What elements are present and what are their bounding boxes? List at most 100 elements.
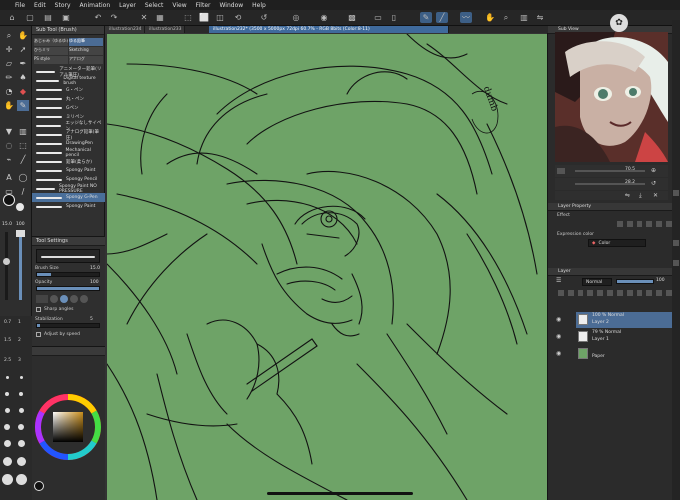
color-wheel[interactable]	[34, 393, 102, 461]
size-dot[interactable]	[19, 408, 24, 413]
main-color-chip[interactable]	[34, 481, 44, 491]
zoom-in-icon[interactable]: ⊕	[651, 167, 656, 174]
delete-icon[interactable]: ✕	[653, 192, 658, 199]
clear-icon[interactable]: ✕	[138, 12, 150, 23]
opacity-slider-track[interactable]	[19, 232, 22, 300]
stroke-icon[interactable]: 〰	[460, 12, 472, 23]
layer-row[interactable]: ◉ Paper	[556, 346, 672, 362]
brush-item[interactable]: 鉛筆(柔らか)	[32, 157, 105, 166]
redo-icon[interactable]: ↷	[108, 12, 120, 23]
canvas-rotate-icon[interactable]: ⟲	[232, 12, 244, 23]
drawing-canvas[interactable]: dumb	[107, 34, 547, 500]
sub-tool-group[interactable]: あじゃみ（ゆるゆる）	[34, 38, 68, 46]
panel-toggle-icon[interactable]	[673, 260, 679, 266]
opacity-slider[interactable]	[36, 286, 100, 291]
ruler-tool-icon[interactable]: ∕	[17, 186, 29, 197]
brush-item[interactable]: Mechanical pencil	[32, 148, 105, 158]
opacity-slider-knob[interactable]	[16, 230, 25, 237]
size-item[interactable]: 0.7	[4, 320, 11, 325]
layer-tool-button[interactable]	[567, 290, 574, 296]
pencil-tool-icon[interactable]: ✏	[3, 72, 15, 83]
expression-color-dropdown[interactable]: ◆ Color	[588, 239, 646, 247]
eyedropper-tool-icon[interactable]: ⌁	[3, 154, 15, 165]
layer-tool-button[interactable]	[636, 290, 643, 296]
menu-edit[interactable]: Edit	[34, 2, 46, 9]
size-dot[interactable]	[18, 440, 25, 447]
menu-file[interactable]: File	[15, 2, 25, 9]
size-dot[interactable]	[5, 408, 10, 413]
shape-button[interactable]	[60, 295, 68, 303]
blend-mode-dropdown[interactable]: Normal	[582, 278, 612, 286]
panel-icon[interactable]: ▥	[518, 12, 530, 23]
size-dot[interactable]	[16, 474, 27, 485]
size-dot[interactable]	[5, 392, 9, 396]
sub-tool-group[interactable]: アナログ	[69, 56, 103, 64]
layer-opacity-slider[interactable]	[616, 279, 654, 284]
layer-row[interactable]: ◉ 79 % Normal Layer 1	[556, 329, 672, 345]
shape-button[interactable]	[36, 295, 48, 303]
home-indicator[interactable]	[267, 492, 413, 495]
layer-tool-button[interactable]	[626, 290, 633, 296]
figure-tool-icon[interactable]: ╱	[17, 154, 29, 165]
shape-button[interactable]	[80, 295, 88, 303]
visibility-eye-icon[interactable]: ◉	[556, 350, 561, 357]
layer-row-selected[interactable]: ◉ 100 % Normal Layer 2	[556, 312, 672, 328]
move-tool-icon[interactable]: ✛	[3, 44, 15, 55]
zoom-icon[interactable]: ⌕	[500, 12, 512, 23]
effect-button[interactable]	[636, 221, 643, 227]
effect-button[interactable]	[656, 221, 663, 227]
size-item[interactable]: 3	[18, 358, 21, 363]
eraser-tool-icon[interactable]: ▱	[3, 58, 15, 69]
reference-icon[interactable]: ▭	[372, 12, 384, 23]
effect-button[interactable]	[626, 221, 633, 227]
brush-item[interactable]: Spongy Paint	[32, 166, 105, 175]
import-icon[interactable]: ⤓	[639, 192, 642, 200]
sub-tool-group[interactable]: ひらミリ	[34, 47, 68, 55]
active-brush-tool-icon[interactable]: ✎	[17, 100, 29, 111]
menu-view[interactable]: View	[172, 2, 186, 9]
navigator-icon[interactable]	[557, 168, 565, 174]
balloon-tool-icon[interactable]: ◯	[17, 172, 29, 183]
menu-window[interactable]: Window	[219, 2, 243, 9]
stabilization-slider[interactable]	[36, 323, 100, 328]
sub-tool-group[interactable]: ゆる鉛筆	[69, 38, 103, 46]
hand-tool-icon[interactable]: ✋	[17, 30, 29, 41]
tab-illustration233[interactable]: illustration233	[145, 26, 185, 33]
menu-filter[interactable]: Filter	[196, 2, 211, 9]
airbrush-tool-icon[interactable]: ◔	[3, 86, 15, 97]
snap-icon[interactable]: ◎	[290, 12, 302, 23]
layer-tool-button[interactable]	[577, 290, 584, 296]
layer-tool-button[interactable]	[616, 290, 623, 296]
size-dot[interactable]	[4, 424, 10, 430]
menu-help[interactable]: Help	[252, 2, 266, 9]
brush-item[interactable]: Spongy Paint	[32, 202, 105, 211]
transform-icon[interactable]: ⬚	[182, 12, 194, 23]
rotate-reset-icon[interactable]: ↺	[651, 180, 656, 187]
size-item[interactable]: 2.5	[4, 358, 11, 363]
size-slider-track[interactable]	[5, 232, 8, 300]
shape-button[interactable]	[70, 295, 78, 303]
menu-layer[interactable]: Layer	[119, 2, 136, 9]
brush-item[interactable]: Gペン	[32, 103, 105, 112]
sub-color-swatch[interactable]	[15, 202, 25, 212]
layer-tool-button[interactable]	[587, 290, 594, 296]
invert-selection-icon[interactable]: ◫	[214, 12, 226, 23]
grid-icon[interactable]: ▩	[346, 12, 358, 23]
tab-illustration234[interactable]: illustration234	[105, 26, 145, 33]
fill-tool-icon[interactable]: ▼	[3, 126, 15, 137]
sharp-angles-checkbox[interactable]	[36, 307, 41, 312]
decoration-tool-icon[interactable]: ◆	[17, 86, 29, 97]
tab-illustration232-active[interactable]: illustration232* (3500 x 5000px 72dpi 60…	[209, 26, 449, 33]
new-file-icon[interactable]: ▢	[24, 12, 36, 23]
main-color-swatch[interactable]	[3, 194, 15, 206]
size-dot[interactable]	[3, 457, 12, 466]
size-slider-knob[interactable]	[3, 258, 10, 265]
pen-tool-icon[interactable]: ✒	[17, 58, 29, 69]
menu-select[interactable]: Select	[145, 2, 164, 9]
size-dot[interactable]	[18, 424, 24, 430]
undo-icon[interactable]: ↶	[92, 12, 104, 23]
gradient-tool-icon[interactable]: ▥	[17, 126, 29, 137]
size-dot[interactable]	[6, 376, 9, 379]
deselect-icon[interactable]: ⬜	[198, 12, 210, 23]
save-icon[interactable]: ▣	[60, 12, 72, 23]
